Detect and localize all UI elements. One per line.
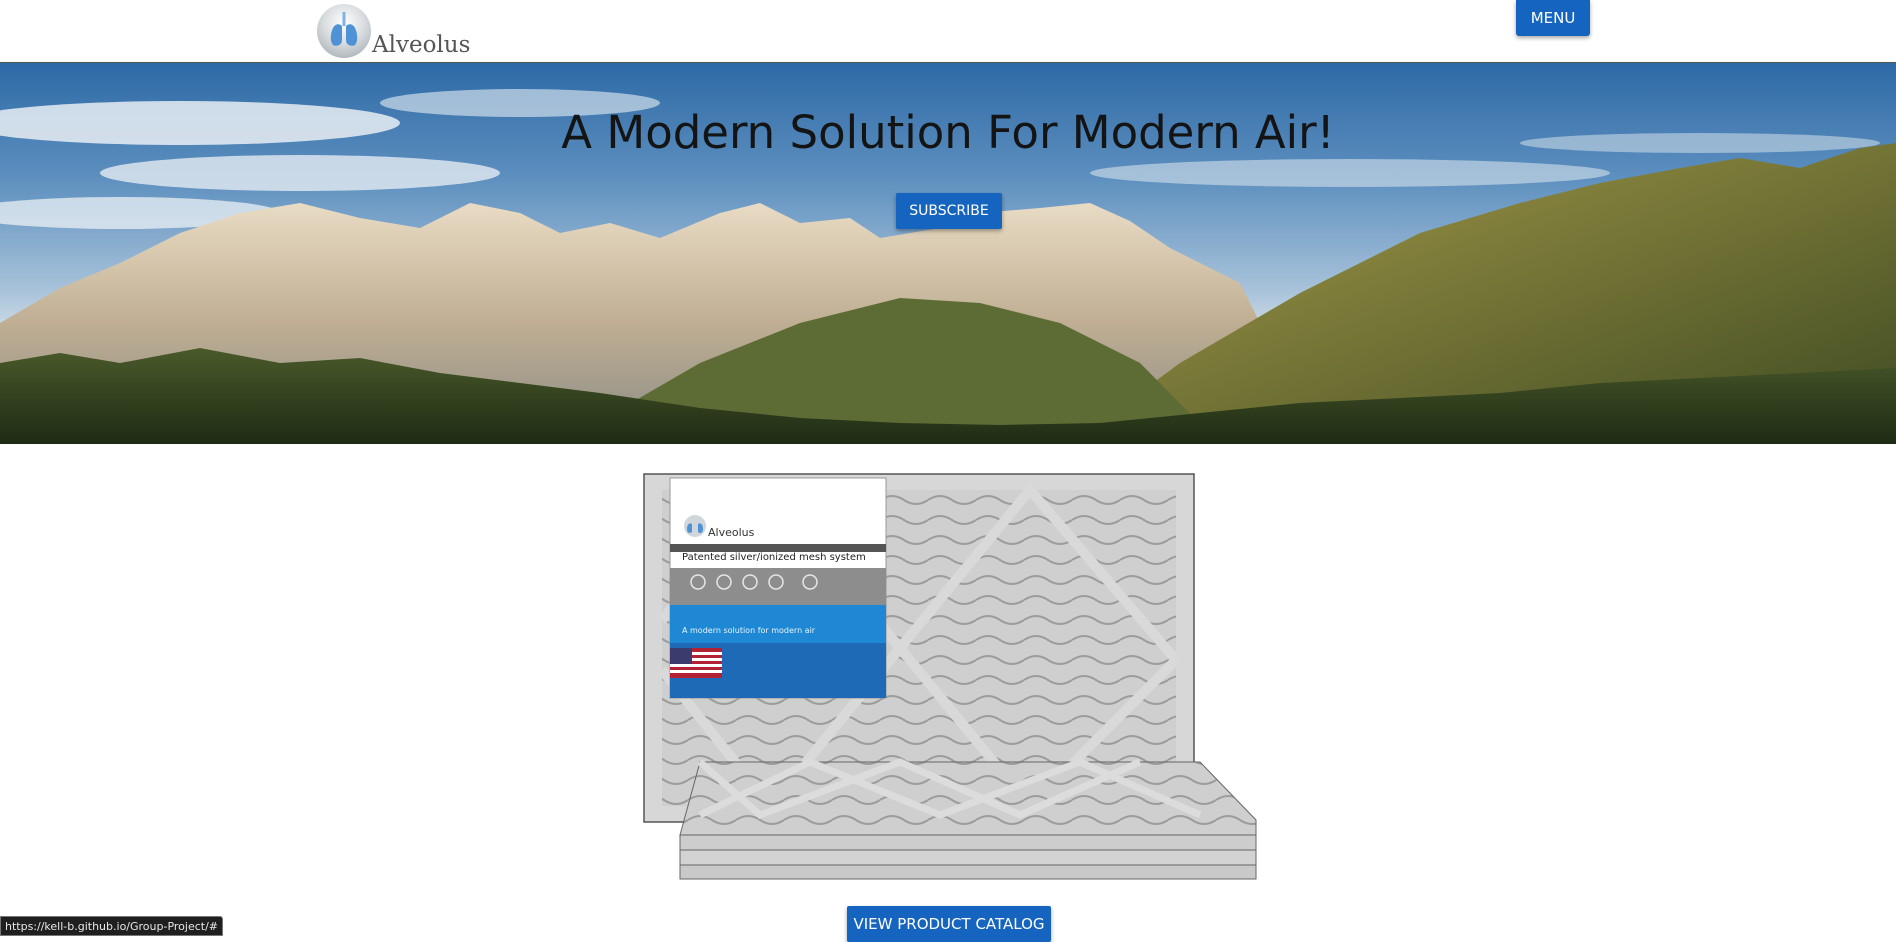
menu-button[interactable]: MENU <box>1516 0 1590 36</box>
lungs-logo-icon <box>317 4 371 58</box>
navbar: Alveolus MENU <box>0 0 1896 63</box>
view-product-catalog-button[interactable]: VIEW PRODUCT CATALOG <box>847 906 1051 942</box>
hero-banner: A Modern Solution For Modern Air! SUBSCR… <box>0 63 1896 444</box>
brand-name: Alveolus <box>372 32 471 58</box>
package-brand-label: Alveolus <box>708 526 755 539</box>
hero-title: A Modern Solution For Modern Air! <box>561 106 1335 159</box>
air-filter-product-image: Alveolus Patented silver/ionized mesh sy… <box>640 470 1260 885</box>
us-flag-icon <box>670 648 722 678</box>
brand-logo[interactable]: Alveolus <box>317 4 471 58</box>
package-heading-label: Patented silver/ionized mesh system <box>682 552 866 563</box>
subscribe-button[interactable]: SUBSCRIBE <box>896 193 1002 229</box>
package-tagline-label: A modern solution for modern air <box>682 626 816 635</box>
browser-status-url: https://kell-b.github.io/Group-Project/# <box>0 916 224 936</box>
